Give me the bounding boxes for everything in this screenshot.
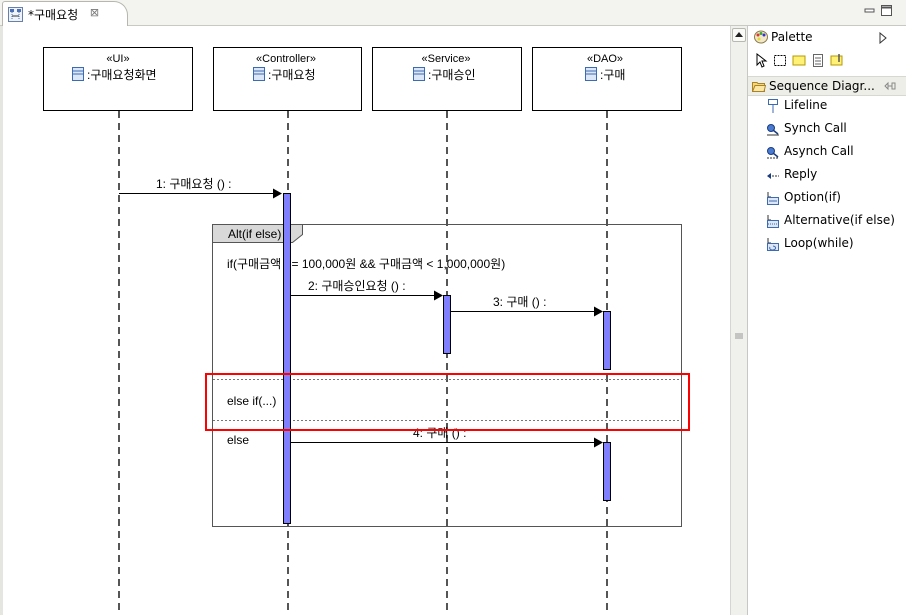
message-label: 1: 구매요청 () : <box>156 177 232 191</box>
synch-call-icon <box>767 124 779 136</box>
reply-icon <box>767 173 779 179</box>
message-1[interactable]: 1: 구매요청 () : <box>119 177 282 199</box>
diagram-canvas[interactable]: «UI» :구매요청화면 «Controller» :구매요청 «Service… <box>0 26 730 615</box>
lifeline-controller[interactable]: «Controller» :구매요청 <box>213 47 362 111</box>
guard-else-if: else if(...) <box>227 394 276 408</box>
palette-item-lifeline[interactable]: Lifeline <box>762 96 902 116</box>
palette-panel: Palette Sequence Diagr... Lifeline Synch… <box>747 26 906 615</box>
editor-tab-bar: *구매요청 ⊠ <box>0 0 906 27</box>
class-icon <box>413 67 425 81</box>
palette-drawer-label: Sequence Diagr... <box>769 79 875 93</box>
marquee-icon[interactable] <box>773 53 787 68</box>
message-label: 4: 구매 () : <box>413 426 466 440</box>
message-2[interactable]: 2: 구매승인요청 () : <box>291 279 443 301</box>
lifeline-name: :구매요청 <box>268 68 316 82</box>
activation-controller[interactable] <box>283 193 291 524</box>
palette-item-label: Asynch Call <box>784 144 854 158</box>
class-icon <box>253 67 265 81</box>
maximize-icon[interactable] <box>880 4 893 17</box>
message-label: 3: 구매 () : <box>493 295 546 309</box>
text-icon[interactable] <box>811 53 825 68</box>
chevron-right-icon[interactable] <box>878 32 888 44</box>
palette-item-alternative[interactable]: Alternative(if else) <box>762 211 902 231</box>
option-icon <box>767 192 779 205</box>
palette-item-reply[interactable]: Reply <box>762 165 902 185</box>
palette-item-option[interactable]: Option(if) <box>762 188 902 208</box>
palette-item-label: Lifeline <box>784 98 828 112</box>
lifeline-dao[interactable]: «DAO» :구매 <box>532 47 682 111</box>
activation-dao-1[interactable] <box>603 311 611 370</box>
lifeline-stereotype: «Service» <box>422 53 471 65</box>
lifeline-stereotype: «Controller» <box>256 53 316 65</box>
palette-title: Palette <box>771 30 813 44</box>
alternative-icon <box>767 215 779 228</box>
lifeline-name: :구매요청화면 <box>87 68 157 82</box>
class-icon <box>72 67 84 81</box>
lifeline-name: :구매 <box>600 68 625 82</box>
activation-service[interactable] <box>443 295 451 354</box>
minimize-icon[interactable] <box>864 5 876 17</box>
palette-header: Palette <box>748 26 906 50</box>
palette-toolbar <box>752 53 902 71</box>
lifeline-icon <box>768 99 778 113</box>
sequence-diagram-file-icon <box>8 7 23 22</box>
scroll-grip-icon[interactable] <box>735 332 743 340</box>
folder-open-icon <box>752 82 766 92</box>
note-icon[interactable] <box>792 53 806 68</box>
close-icon[interactable]: ⊠ <box>89 7 100 18</box>
message-label: 2: 구매승인요청 () : <box>308 279 406 293</box>
chevron-up-icon <box>735 32 743 37</box>
select-arrow-icon[interactable] <box>754 53 768 68</box>
palette-item-label: Alternative(if else) <box>784 213 895 227</box>
fragment-title: Alt(if else) <box>228 227 281 241</box>
guard-if: if(구매금액 >= 100,000원 && 구매금액 < 1,000,000원… <box>227 257 505 271</box>
palette-drawer-sequence-diagram[interactable]: Sequence Diagr... <box>748 76 906 96</box>
palette-item-label: Reply <box>784 167 818 181</box>
editor-tab[interactable]: *구매요청 ⊠ <box>2 1 128 27</box>
pin-icon[interactable] <box>884 81 896 91</box>
palette-item-label: Synch Call <box>784 121 847 135</box>
loop-icon <box>767 238 779 251</box>
lifeline-stereotype: «DAO» <box>587 53 623 65</box>
palette-icon <box>754 30 768 44</box>
lifeline-ui[interactable]: «UI» :구매요청화면 <box>43 47 193 111</box>
activation-dao-2[interactable] <box>603 442 611 501</box>
message-3[interactable]: 3: 구매 () : <box>451 295 603 317</box>
palette-item-label: Loop(while) <box>784 236 854 250</box>
palette-item-asynch-call[interactable]: Asynch Call <box>762 142 902 162</box>
scroll-up-button[interactable] <box>732 28 746 42</box>
lifeline-name: :구매승인 <box>428 68 476 82</box>
asynch-call-icon <box>767 147 779 159</box>
palette-item-label: Option(if) <box>784 190 841 204</box>
note-attachment-icon[interactable] <box>830 53 844 68</box>
palette-item-synch-call[interactable]: Synch Call <box>762 119 902 139</box>
lifeline-stereotype: «UI» <box>106 53 129 65</box>
lifeline-service[interactable]: «Service» :구매승인 <box>372 47 522 111</box>
editor-tab-title: *구매요청 <box>28 8 79 22</box>
vertical-scrollbar[interactable] <box>730 26 747 615</box>
guard-else: else <box>227 433 249 447</box>
palette-item-loop[interactable]: Loop(while) <box>762 234 902 254</box>
class-icon <box>585 67 597 81</box>
